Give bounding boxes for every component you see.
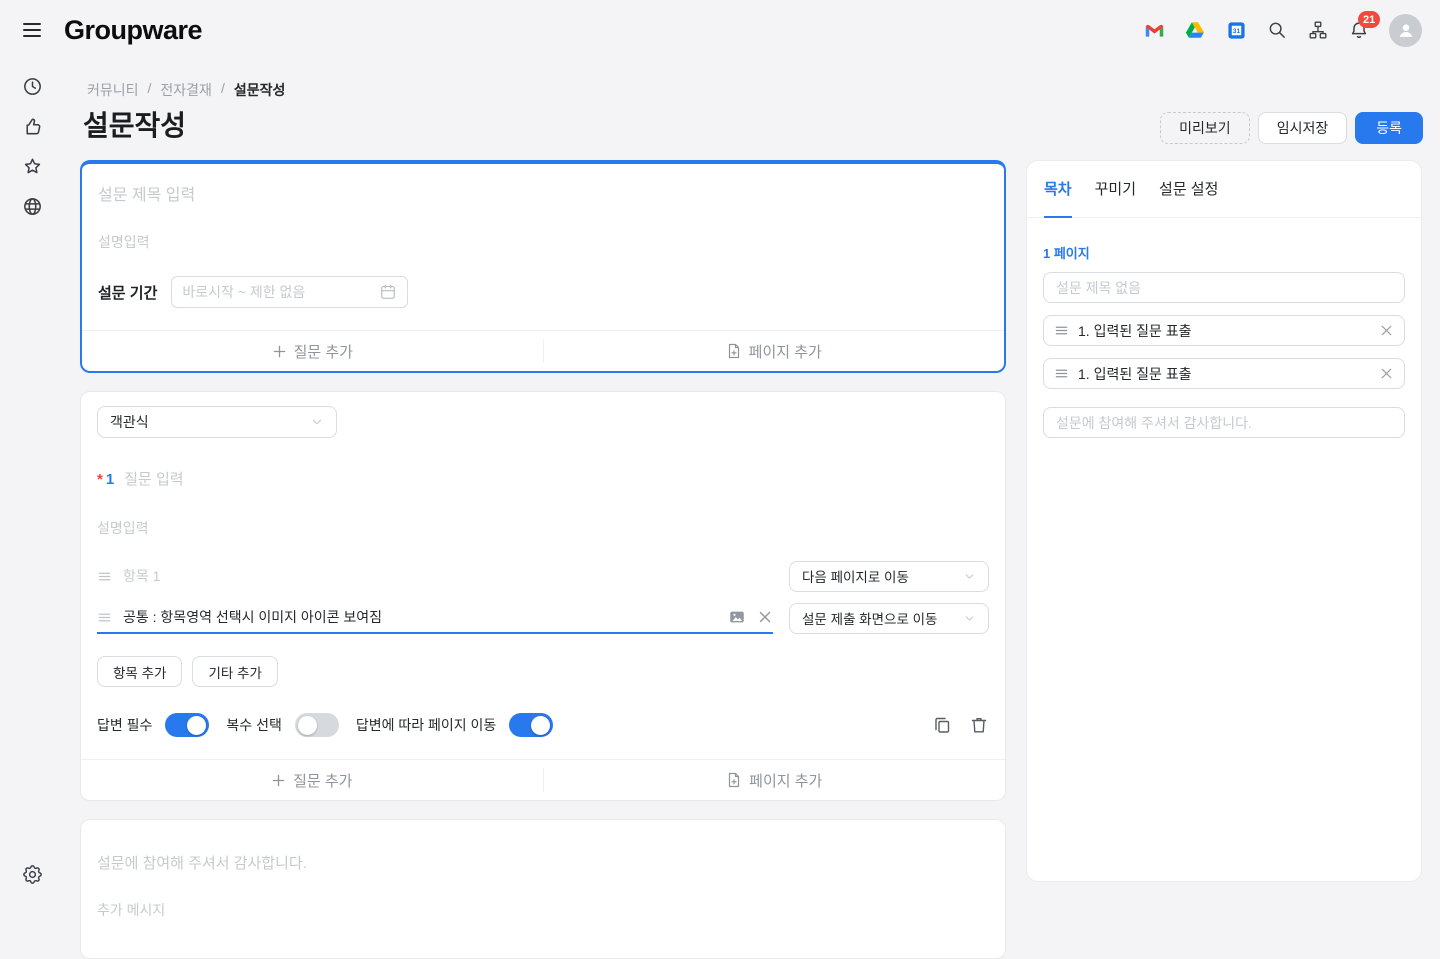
star-icon[interactable]: [18, 152, 46, 180]
item-jump-select[interactable]: 다음 페이지로 이동: [789, 561, 989, 592]
history-clock-icon[interactable]: [18, 72, 46, 100]
breadcrumb-separator: /: [221, 80, 225, 100]
survey-description-input[interactable]: [98, 232, 988, 252]
calendar-field-icon[interactable]: [379, 283, 397, 301]
choice-item-input[interactable]: [123, 609, 717, 625]
question-text-input[interactable]: [124, 468, 989, 490]
closing-thanks-input[interactable]: [97, 852, 989, 874]
closing-message-card[interactable]: [80, 819, 1006, 959]
thumbs-up-icon[interactable]: [18, 112, 46, 140]
copy-question-icon[interactable]: [932, 715, 952, 735]
plus-icon: [271, 773, 286, 788]
hamburger-menu-icon[interactable]: [20, 18, 44, 42]
add-page-button[interactable]: 페이지 추가: [544, 331, 1005, 371]
toc-item[interactable]: 1. 입력된 질문 표출: [1043, 358, 1405, 389]
image-attach-icon[interactable]: [728, 608, 746, 626]
search-icon[interactable]: [1266, 19, 1288, 41]
close-icon[interactable]: [1379, 366, 1394, 381]
branching-toggle[interactable]: [509, 713, 553, 737]
chevron-down-icon: [963, 570, 976, 583]
toc-item-label: 1. 입력된 질문 표출: [1078, 364, 1370, 384]
add-item-button[interactable]: 항목 추가: [97, 656, 182, 687]
page-add-icon: [726, 772, 742, 788]
multi-select-toggle[interactable]: [295, 713, 339, 737]
side-panel: 목차 꾸미기 설문 설정 1 페이지 1. 입력된 질문 표출 1. 입력된 질…: [1026, 160, 1422, 882]
add-page-button[interactable]: 페이지 추가: [544, 760, 1006, 800]
question-type-select[interactable]: 객관식: [97, 406, 337, 438]
breadcrumb-community[interactable]: 커뮤니티: [87, 80, 139, 100]
question-number: 1: [106, 471, 114, 488]
chevron-down-icon: [310, 415, 324, 429]
page-title: 설문작성: [83, 104, 186, 144]
breadcrumb-approval[interactable]: 전자결재: [160, 80, 212, 100]
required-mark: *: [97, 471, 103, 488]
drive-icon[interactable]: [1184, 19, 1206, 41]
question-type-value: 객관식: [110, 412, 149, 432]
register-button[interactable]: 등록: [1355, 112, 1423, 144]
question-card[interactable]: 객관식 * 1 다음 페이지로 이동: [80, 391, 1006, 801]
breadcrumb-current: 설문작성: [234, 80, 286, 100]
breadcrumb: 커뮤니티 / 전자결재 / 설문작성: [87, 80, 285, 100]
tab-decorate[interactable]: 꾸미기: [1095, 161, 1136, 218]
choice-item-input[interactable]: [123, 568, 773, 584]
remove-item-icon[interactable]: [757, 609, 773, 625]
toc-item[interactable]: 1. 입력된 질문 표출: [1043, 315, 1405, 346]
app-logo: Groupware: [64, 15, 202, 46]
orgchart-icon[interactable]: [1307, 19, 1329, 41]
plus-icon: [272, 344, 287, 359]
drag-handle-icon[interactable]: [97, 569, 112, 584]
panel-title-input[interactable]: [1056, 280, 1392, 296]
add-question-button[interactable]: 질문 추가: [82, 331, 543, 371]
settings-gear-icon[interactable]: [18, 860, 46, 888]
tab-survey-settings[interactable]: 설문 설정: [1159, 161, 1218, 218]
globe-icon[interactable]: [18, 192, 46, 220]
drag-handle-icon[interactable]: [1054, 366, 1069, 381]
panel-tabs: 목차 꾸미기 설문 설정: [1027, 161, 1421, 218]
content-area: 커뮤니티 / 전자결재 / 설문작성 설문작성 미리보기 임시저장 등록 설문 …: [64, 60, 1440, 900]
item-jump-select[interactable]: 설문 제출 화면으로 이동: [789, 603, 989, 634]
toc-item-label: 1. 입력된 질문 표출: [1078, 321, 1370, 341]
survey-period-input[interactable]: [182, 284, 379, 300]
drag-handle-icon[interactable]: [1054, 323, 1069, 338]
chevron-down-icon: [963, 612, 976, 625]
branching-label: 답변에 따라 페이지 이동: [356, 715, 496, 735]
panel-page-label: 1 페이지: [1043, 243, 1405, 262]
left-rail: [0, 60, 64, 900]
tab-toc[interactable]: 목차: [1044, 161, 1072, 218]
choice-item-row: 설문 제출 화면으로 이동: [97, 602, 989, 634]
panel-thanks-input[interactable]: [1056, 415, 1392, 431]
temp-save-button[interactable]: 임시저장: [1258, 112, 1348, 144]
add-etc-button[interactable]: 기타 추가: [192, 656, 277, 687]
card-footer: 질문 추가 페이지 추가: [82, 330, 1004, 371]
required-answer-toggle[interactable]: [165, 713, 209, 737]
app-header: Groupware 31: [0, 0, 1440, 60]
svg-text:31: 31: [1232, 27, 1240, 34]
panel-thanks-field[interactable]: [1043, 407, 1405, 438]
calendar-icon[interactable]: 31: [1225, 19, 1247, 41]
preview-button[interactable]: 미리보기: [1160, 112, 1250, 144]
page-add-icon: [726, 343, 742, 359]
avatar[interactable]: [1389, 14, 1422, 47]
add-question-button[interactable]: 질문 추가: [81, 760, 543, 800]
survey-title-card[interactable]: 설문 기간 질문 추가 페이지 추가: [80, 160, 1006, 373]
breadcrumb-separator: /: [148, 80, 152, 100]
multi-select-label: 복수 선택: [226, 715, 281, 735]
required-answer-label: 답변 필수: [97, 715, 152, 735]
close-icon[interactable]: [1379, 323, 1394, 338]
choice-item-row: 다음 페이지로 이동: [97, 560, 989, 592]
survey-title-input[interactable]: [98, 184, 988, 208]
survey-period-field[interactable]: [171, 276, 408, 308]
notifications[interactable]: 21: [1348, 19, 1370, 41]
delete-question-icon[interactable]: [969, 715, 989, 735]
drag-handle-icon[interactable]: [97, 610, 112, 625]
panel-title-field[interactable]: [1043, 272, 1405, 303]
closing-extra-input[interactable]: [97, 900, 989, 920]
notification-badge: 21: [1358, 11, 1380, 28]
card-footer: 질문 추가 페이지 추가: [81, 759, 1005, 800]
question-description-input[interactable]: [97, 518, 989, 538]
survey-period-label: 설문 기간: [98, 282, 157, 303]
page-actions: 미리보기 임시저장 등록: [1160, 112, 1423, 144]
gmail-icon[interactable]: [1143, 19, 1165, 41]
